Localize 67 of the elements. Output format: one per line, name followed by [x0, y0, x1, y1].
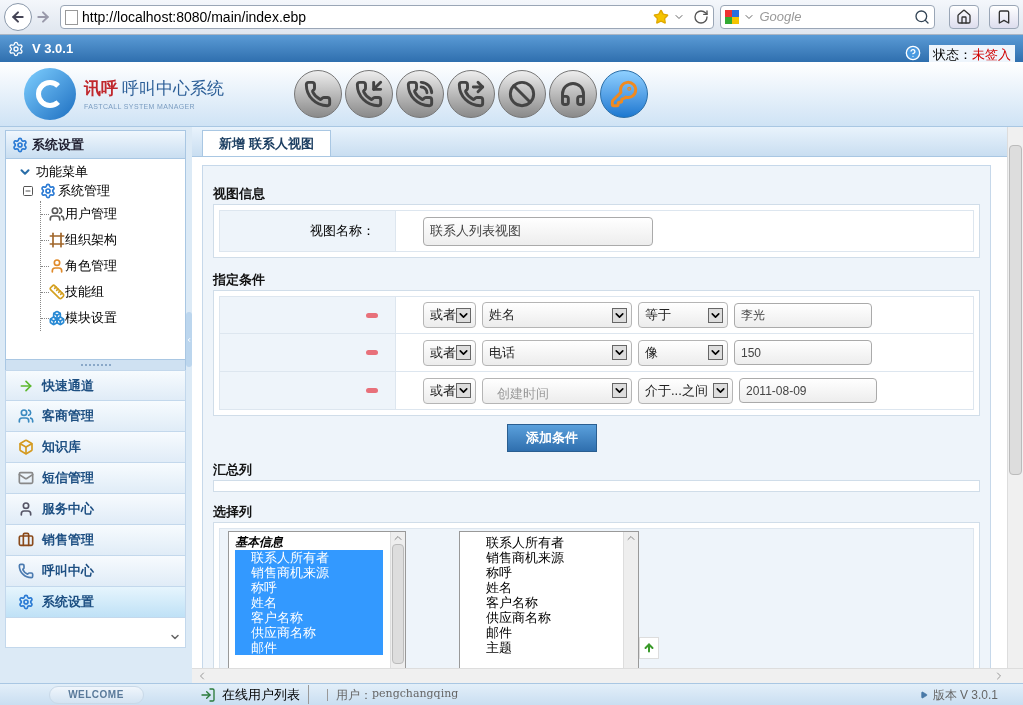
field-select[interactable]: 电话 — [482, 339, 632, 366]
logic-select[interactable]: 或者 — [423, 377, 476, 404]
option-group-label: 基本信息 — [235, 535, 284, 550]
logic-select[interactable]: 或者 — [423, 339, 476, 366]
chosen-columns-list[interactable]: 联系人所有者 销售商机来源 称呼 姓名 客户名称 供应商名称 邮件 主题 — [459, 531, 639, 668]
view-name-field[interactable]: 联系人列表视图 — [423, 216, 653, 246]
list-option[interactable]: 称呼 — [486, 565, 623, 580]
available-columns-list[interactable]: 基本信息 联系人所有者 销售商机来源 称呼 姓名 客户名称 供应商名称 邮件 — [228, 531, 406, 668]
accordion-item[interactable]: 服务中心 — [5, 494, 186, 525]
tree-node[interactable]: 用户管理 — [49, 204, 117, 224]
search-field[interactable]: Google — [720, 5, 936, 29]
list-option[interactable]: 联系人所有者 — [486, 535, 623, 550]
accordion-item[interactable]: 短信管理 — [5, 463, 186, 494]
list-option[interactable]: 邮件 — [486, 625, 623, 640]
tab[interactable]: 新增 联系人视图 — [202, 130, 331, 156]
condition-value-field[interactable]: 2011-08-09 — [739, 378, 877, 403]
list-option[interactable]: 供应商名称 — [486, 610, 623, 625]
user-label: 用户： — [336, 686, 372, 704]
user-name: pengchangqing — [372, 686, 459, 703]
accordion-item[interactable]: 呼叫中心 — [5, 556, 186, 587]
tree-node[interactable]: 组织架构 — [49, 230, 117, 250]
tree-label: 组织架构 — [65, 231, 117, 250]
accordion-item[interactable]: 客商管理 — [5, 401, 186, 432]
address-bar[interactable]: http://localhost:8080/main/index.ebp — [60, 5, 715, 29]
logic-select[interactable]: 或者 — [423, 302, 476, 328]
list-option[interactable]: 销售商机来源 — [486, 550, 623, 565]
system-title: 呼叫中心系统 — [122, 78, 224, 100]
welcome-button[interactable]: WELCOME — [48, 685, 144, 704]
accordion-item[interactable]: 销售管理 — [5, 525, 186, 556]
condition-value-field[interactable]: 150 — [734, 340, 872, 365]
status-value: 未签入 — [972, 45, 1011, 64]
field-label: 视图名称： — [220, 211, 396, 251]
add-condition-button[interactable]: 添加条件 — [506, 424, 597, 452]
tree-label: 用户管理 — [65, 205, 117, 224]
panel-title: 系统设置 — [32, 135, 84, 154]
condition-value-field[interactable]: 李光 — [734, 302, 872, 328]
list-option[interactable]: 姓名 — [486, 580, 623, 595]
url-text: http://localhost:8080/main/index.ebp — [82, 7, 308, 27]
tree-node[interactable]: 技能组 — [49, 282, 104, 302]
status-label: 状态： — [933, 45, 972, 64]
tree-label: 系统管理 — [58, 182, 110, 201]
operator-select[interactable]: 介于...之间 — [638, 377, 733, 404]
version-text: 版本 V 3.0.1 — [932, 686, 998, 704]
tree-node[interactable]: 系统管理 — [18, 181, 185, 201]
brand-name: 讯呼 — [84, 78, 118, 100]
section-heading: 汇总列 — [213, 461, 253, 479]
tree-label: 模块设置 — [65, 309, 117, 328]
operator-select[interactable]: 像 — [638, 339, 728, 366]
search-input[interactable]: Google — [759, 7, 911, 27]
section-heading: 指定条件 — [213, 271, 266, 289]
field-select[interactable]: 姓名 — [482, 302, 632, 328]
accordion-item[interactable]: 快速通道 — [5, 370, 186, 401]
list-option[interactable]: 主题 — [486, 640, 623, 655]
tree-node[interactable]: 模块设置 — [49, 308, 117, 328]
operator-select[interactable]: 等于 — [638, 302, 728, 328]
tree-node[interactable]: 角色管理 — [49, 256, 117, 276]
accordion-item[interactable]: 知识库 — [5, 432, 186, 463]
tree-label: 功能菜单 — [36, 163, 88, 182]
section-heading: 视图信息 — [213, 185, 266, 203]
list-option[interactable]: 客户名称 — [486, 595, 623, 610]
tree-label: 技能组 — [65, 283, 104, 302]
section-heading: 选择列 — [213, 503, 253, 521]
accordion-item[interactable]: 系统设置 — [5, 587, 186, 618]
tree-node[interactable]: 功能菜单 — [18, 163, 185, 181]
tree-label: 角色管理 — [65, 257, 117, 276]
online-users-link[interactable]: 在线用户列表 — [222, 684, 309, 705]
version-label: V 3.0.1 — [32, 39, 74, 58]
